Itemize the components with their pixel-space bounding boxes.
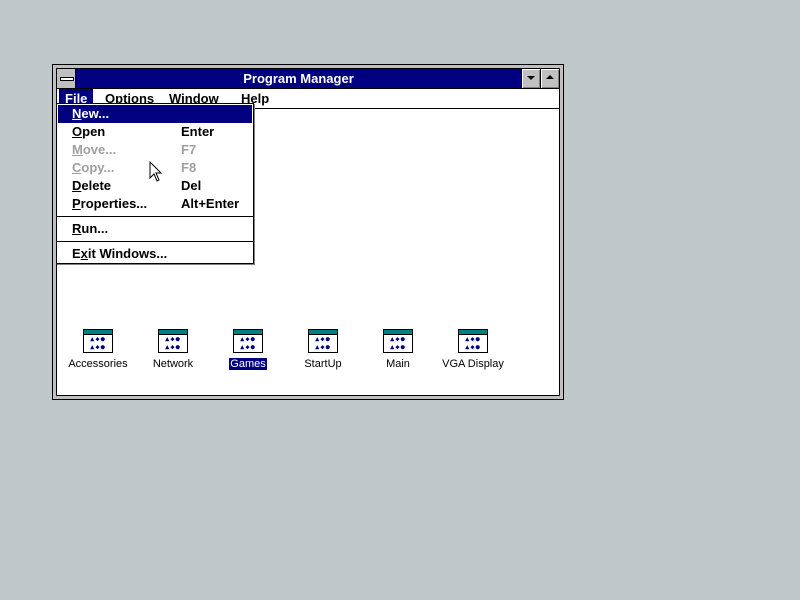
group-label: StartUp [304, 358, 342, 370]
window-title: Program Manager [243, 71, 354, 86]
menu-item-exit-windows[interactable]: Exit Windows... [58, 245, 252, 263]
file-menu-dropdown: New... Open Enter Move... F7 Copy... F8 … [56, 103, 254, 264]
menu-item-move: Move... F7 [72, 142, 197, 157]
arrow-cursor-icon [149, 161, 163, 182]
program-group-icon: ▲◆● ▲◆● [233, 329, 263, 353]
program-group-icon: ▲◆● ▲◆● [383, 329, 413, 353]
group-main[interactable]: ▲◆● ▲◆● Main [358, 329, 438, 379]
shortcut-key: Alt+Enter [181, 196, 240, 211]
menu-separator [57, 241, 253, 242]
group-label: Network [152, 358, 194, 370]
program-group-icon: ▲◆● ▲◆● [308, 329, 338, 353]
group-startup[interactable]: ▲◆● ▲◆● StartUp [283, 329, 363, 379]
menu-item-properties[interactable]: Properties... Alt+Enter [58, 195, 252, 213]
title-bar[interactable]: Program Manager [57, 69, 559, 89]
shortcut-key: F7 [181, 142, 197, 157]
group-label: Games [229, 358, 267, 370]
maximize-icon[interactable] [540, 69, 559, 88]
group-label: Accessories [68, 358, 128, 370]
group-network[interactable]: ▲◆● ▲◆● Network [133, 329, 213, 379]
shortcut-key: Del [181, 178, 202, 193]
program-group-icon: ▲◆● ▲◆● [158, 329, 188, 353]
group-label: VGA Display [442, 358, 504, 370]
group-accessories[interactable]: ▲◆● ▲◆● Accessories [58, 329, 138, 379]
shortcut-key: Enter [181, 124, 215, 139]
menu-item-run[interactable]: Run... [58, 220, 252, 238]
sysmenu-icon[interactable] [57, 69, 76, 88]
menu-separator [57, 216, 253, 217]
menu-item-open[interactable]: Open Enter [58, 123, 252, 141]
menu-item-new[interactable]: New... [58, 105, 252, 123]
group-label: Main [386, 358, 410, 370]
program-group-icon: ▲◆● ▲◆● [83, 329, 113, 353]
shortcut-key: F8 [181, 160, 197, 175]
group-vga-display[interactable]: ▲◆● ▲◆● VGA Display [433, 329, 513, 379]
program-group-icon: ▲◆● ▲◆● [458, 329, 488, 353]
minimize-icon[interactable] [521, 69, 540, 88]
group-games[interactable]: ▲◆● ▲◆● Games [208, 329, 288, 379]
